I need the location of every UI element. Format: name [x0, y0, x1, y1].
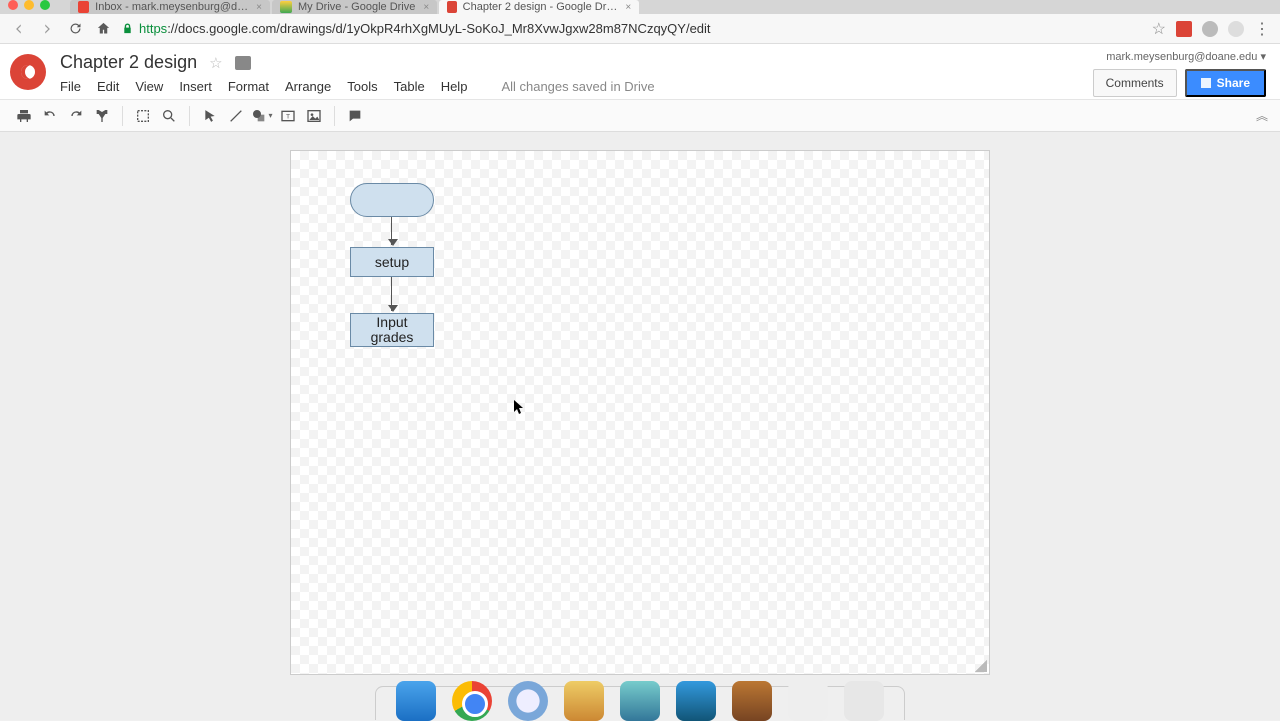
flowchart-process[interactable]: Input grades [350, 313, 434, 347]
mouse-cursor-icon [513, 399, 525, 415]
doc-header: Chapter 2 design ☆ File Edit View Insert… [0, 44, 1280, 100]
insert-comment-icon[interactable] [343, 104, 367, 128]
url-scheme: https [139, 21, 167, 36]
drawings-logo-icon[interactable] [10, 54, 46, 90]
dock-app-icon[interactable] [788, 681, 828, 721]
toolbar-separator [122, 106, 123, 126]
zoom-window-icon[interactable] [40, 0, 50, 10]
dock-finder-icon[interactable] [396, 681, 436, 721]
google-drawings-app: Chapter 2 design ☆ File Edit View Insert… [0, 44, 1280, 720]
home-button[interactable] [94, 20, 112, 38]
save-status: All changes saved in Drive [501, 79, 654, 94]
redo-icon[interactable] [64, 104, 88, 128]
tab-title: My Drive - Google Drive [298, 1, 415, 13]
zoom-icon[interactable] [157, 104, 181, 128]
toolbar: ▾ T ︽ [0, 100, 1280, 132]
macos-dock [375, 686, 905, 720]
toolbar-separator [189, 106, 190, 126]
dock-trash-icon[interactable] [844, 681, 884, 721]
image-icon[interactable] [302, 104, 326, 128]
back-button[interactable] [10, 20, 28, 38]
drawings-favicon-icon [447, 1, 456, 13]
star-doc-icon[interactable]: ☆ [209, 54, 222, 72]
flowchart-arrow[interactable] [391, 217, 392, 245]
dock-safari-icon[interactable] [508, 681, 548, 721]
move-folder-icon[interactable] [235, 56, 251, 70]
drive-favicon-icon [280, 1, 292, 13]
dock-app-icon[interactable] [620, 681, 660, 721]
star-icon[interactable]: ☆ [1152, 19, 1166, 39]
close-tab-icon[interactable]: × [423, 2, 429, 13]
browser-addressbar: https://docs.google.com/drawings/d/1yOkp… [0, 14, 1280, 44]
extension-icon[interactable] [1228, 21, 1244, 37]
doc-title[interactable]: Chapter 2 design [60, 52, 197, 73]
line-icon[interactable] [224, 104, 248, 128]
svg-text:T: T [286, 113, 290, 120]
canvas-area: setup Input grades [0, 132, 1280, 720]
menu-insert[interactable]: Insert [179, 79, 212, 94]
shape-icon[interactable]: ▾ [250, 104, 274, 128]
dock-app-icon[interactable] [676, 681, 716, 721]
menu-help[interactable]: Help [441, 79, 468, 94]
close-tab-icon[interactable]: × [256, 2, 262, 13]
paint-format-icon[interactable] [90, 104, 114, 128]
share-label: Share [1217, 76, 1250, 90]
shape-label: setup [375, 254, 409, 270]
tab-title: Inbox - mark.meysenburg@d… [95, 1, 248, 13]
close-tab-icon[interactable]: × [625, 2, 631, 13]
menu-file[interactable]: File [60, 79, 81, 94]
textbox-icon[interactable]: T [276, 104, 300, 128]
share-button[interactable]: Share [1185, 69, 1266, 97]
browser-tab[interactable]: Inbox - mark.meysenburg@d… × [70, 0, 270, 14]
dock-app-icon[interactable] [732, 681, 772, 721]
flowchart-arrow[interactable] [391, 277, 392, 311]
browser-tab[interactable]: Chapter 2 design - Google Dr… × [439, 0, 639, 14]
url-field[interactable]: https://docs.google.com/drawings/d/1yOkp… [122, 21, 1142, 36]
reload-button[interactable] [66, 20, 84, 38]
browser-tab[interactable]: My Drive - Google Drive × [272, 0, 437, 14]
url-rest: ://docs.google.com/drawings/d/1yOkpR4rhX… [167, 21, 710, 36]
menu-arrange[interactable]: Arrange [285, 79, 331, 94]
flowchart-terminator[interactable] [350, 183, 434, 217]
menubar: File Edit View Insert Format Arrange Too… [60, 79, 655, 94]
comments-button[interactable]: Comments [1093, 69, 1177, 97]
extension-icons: ⋮ [1176, 19, 1270, 39]
menu-table[interactable]: Table [394, 79, 425, 94]
tab-title: Chapter 2 design - Google Dr… [463, 1, 618, 13]
user-email[interactable]: mark.meysenburg@doane.edu ▾ [1106, 50, 1266, 63]
lock-icon [122, 22, 133, 35]
close-window-icon[interactable] [8, 0, 18, 10]
extension-icon[interactable] [1202, 21, 1218, 37]
print-icon[interactable] [12, 104, 36, 128]
mail-favicon-icon [78, 1, 89, 13]
menu-tools[interactable]: Tools [347, 79, 377, 94]
extension-icon[interactable] [1176, 21, 1192, 37]
chrome-menu-icon[interactable]: ⋮ [1254, 19, 1270, 39]
dock-app-icon[interactable] [564, 681, 604, 721]
canvas-resize-handle[interactable] [975, 660, 987, 672]
dock-chrome-icon[interactable] [452, 681, 492, 721]
menu-format[interactable]: Format [228, 79, 269, 94]
browser-tabstrip: Inbox - mark.meysenburg@d… × My Drive - … [0, 0, 1280, 14]
drawing-canvas[interactable]: setup Input grades [290, 150, 990, 675]
collapse-toolbar-icon[interactable]: ︽ [1256, 107, 1268, 124]
flowchart-process[interactable]: setup [350, 247, 434, 277]
menu-view[interactable]: View [135, 79, 163, 94]
minimize-window-icon[interactable] [24, 0, 34, 10]
lock-icon [1201, 78, 1211, 88]
select-icon[interactable] [198, 104, 222, 128]
undo-icon[interactable] [38, 104, 62, 128]
window-controls[interactable] [8, 0, 50, 10]
forward-button [38, 20, 56, 38]
menu-edit[interactable]: Edit [97, 79, 119, 94]
fit-icon[interactable] [131, 104, 155, 128]
toolbar-separator [334, 106, 335, 126]
shape-label: Input grades [371, 315, 414, 346]
